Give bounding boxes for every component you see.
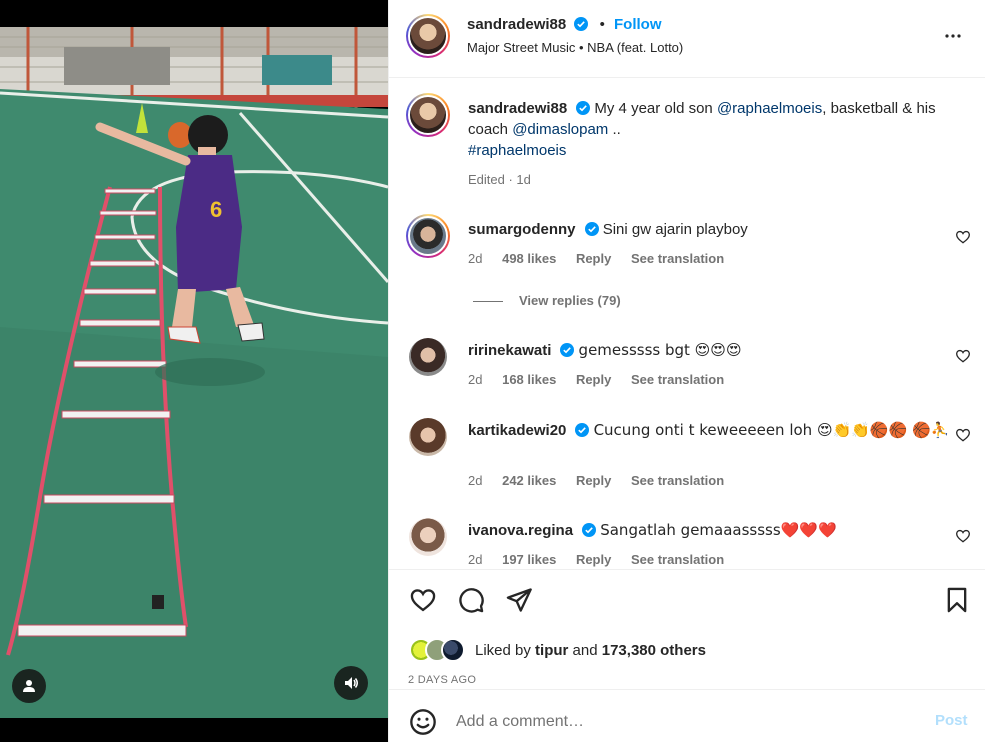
comment-body: Sini gw ajarin playboy [602, 221, 748, 238]
post-actions: Liked by tipur and 173,380 others 2 DAYS… [389, 569, 985, 689]
user-tag-icon [23, 680, 35, 692]
see-translation-button[interactable]: See translation [631, 552, 724, 567]
likes-joiner: and [572, 641, 598, 659]
heart-icon[interactable] [955, 229, 971, 245]
verified-icon [560, 343, 575, 357]
reply-button[interactable]: Reply [576, 552, 611, 567]
likes-others[interactable]: 173,380 others [602, 642, 706, 659]
sound-icon [345, 677, 358, 689]
caption-body-start: My 4 year old son [594, 100, 717, 117]
commenter-username[interactable]: kartikadewi20 [468, 422, 566, 439]
commenter-avatar[interactable] [409, 418, 447, 456]
video-frame[interactable]: 6 [0, 27, 388, 718]
commenter-avatar[interactable] [409, 338, 447, 376]
caption-avatar[interactable] [406, 93, 450, 137]
comment-likes[interactable]: 168 likes [502, 372, 556, 387]
caption-text: sandradewi88 My 4 year old son @raphaelm… [468, 98, 958, 161]
see-translation-button[interactable]: See translation [631, 372, 724, 387]
reply-button[interactable]: Reply [576, 473, 611, 488]
share-icon[interactable] [505, 586, 533, 614]
mention-link[interactable]: @dimaslopam [512, 121, 608, 138]
comments-list[interactable]: sandradewi88 My 4 year old son @raphaelm… [389, 79, 985, 569]
comment-text: sumargodenny Sini gw ajarin playboy [468, 219, 958, 240]
comment-likes[interactable]: 242 likes [502, 473, 556, 488]
verified-icon [575, 423, 590, 437]
comment-likes[interactable]: 197 likes [502, 552, 556, 567]
comment-time: 2d [468, 473, 483, 488]
post-comment-button[interactable]: Post [935, 712, 968, 729]
post-media[interactable]: 6 [0, 0, 388, 742]
comment-input[interactable] [456, 704, 916, 740]
comment-meta: 2d 498 likes Reply See translation [468, 251, 740, 266]
author-username[interactable]: sandradewi88 [467, 16, 566, 33]
heart-icon[interactable] [955, 528, 971, 544]
caption-meta: Edited · 1d [468, 172, 531, 187]
view-replies-label: View replies (79) [519, 293, 621, 308]
commenter-username[interactable]: ivanova.regina [468, 522, 573, 539]
commenter-username[interactable]: ririnekawati [468, 342, 551, 359]
media-letterbox-bottom [0, 718, 388, 742]
commenter-avatar[interactable] [409, 518, 447, 556]
bookmark-icon[interactable] [943, 586, 971, 614]
comment-text: kartikadewi20 Cucung onti t keweeeeen lo… [468, 420, 958, 441]
caption-body-end: .. [608, 121, 621, 138]
comment-icon[interactable] [457, 586, 485, 614]
audio-attribution[interactable]: Major Street Music • NBA (feat. Lotto) [467, 40, 683, 55]
sound-toggle-button[interactable] [334, 666, 368, 700]
comment-time: 2d [468, 251, 483, 266]
follow-button[interactable]: Follow [614, 16, 662, 33]
comment-text: ririnekawati gemesssss bgt 😍😍😍 [468, 340, 958, 361]
likes-prefix: Liked by [475, 641, 531, 659]
comment-meta: 2d 242 likes Reply See translation [468, 473, 740, 488]
comment-meta: 2d 197 likes Reply See translation [468, 552, 740, 567]
separator-dot: • [599, 16, 605, 33]
media-letterbox-top [0, 0, 388, 27]
post-detail-panel: sandradewi88 • Follow Major Street Music… [388, 0, 985, 742]
user-tag-button[interactable] [12, 669, 46, 703]
see-translation-button[interactable]: See translation [631, 473, 724, 488]
reply-button[interactable]: Reply [576, 372, 611, 387]
heart-icon[interactable] [409, 586, 437, 614]
view-replies-button[interactable]: View replies (79) [473, 293, 621, 308]
post-date[interactable]: 2 DAYS AGO [408, 674, 476, 686]
reply-button[interactable]: Reply [576, 251, 611, 266]
caption-username[interactable]: sandradewi88 [468, 100, 567, 117]
liker-avatar [441, 638, 465, 662]
verified-icon [574, 17, 589, 31]
comment-likes[interactable]: 498 likes [502, 251, 556, 266]
comment-body: Cucung onti t keweeeeen loh 😍👏👏🏀🏀 🏀⛹ [593, 421, 950, 439]
verified-icon [584, 222, 599, 236]
svg-text:6: 6 [210, 197, 222, 222]
verified-icon [582, 523, 597, 537]
author-avatar[interactable] [406, 14, 450, 58]
commenter-username[interactable]: sumargodenny [468, 221, 576, 238]
heart-icon[interactable] [955, 427, 971, 443]
verified-icon [576, 101, 591, 115]
likes-summary[interactable]: Liked by tipur and 173,380 others [409, 637, 706, 663]
post-header: sandradewi88 • Follow Major Street Music… [389, 0, 985, 78]
comment-body: Sangatlah gemaaasssss❤️❤️❤️ [600, 521, 837, 539]
heart-icon[interactable] [955, 348, 971, 364]
liker-username[interactable]: tipur [535, 642, 568, 659]
comment-composer: Post [389, 689, 985, 742]
emoji-icon[interactable] [409, 708, 437, 736]
commenter-avatar[interactable] [406, 214, 450, 258]
comment-time: 2d [468, 372, 483, 387]
mention-link[interactable]: @raphaelmoeis [717, 100, 822, 117]
header-author-line: sandradewi88 • Follow [467, 16, 662, 33]
replies-divider [473, 301, 503, 303]
comment-time: 2d [468, 552, 483, 567]
hashtag-link[interactable]: #raphaelmoeis [468, 142, 566, 159]
more-icon[interactable] [941, 24, 965, 48]
comment-text: ivanova.regina Sangatlah gemaaasssss❤️❤️… [468, 520, 958, 541]
comment-meta: 2d 168 likes Reply See translation [468, 372, 740, 387]
see-translation-button[interactable]: See translation [631, 251, 724, 266]
likes-text: Liked by tipur and 173,380 others [475, 642, 706, 659]
comment-body: gemesssss bgt 😍😍😍 [578, 341, 742, 359]
